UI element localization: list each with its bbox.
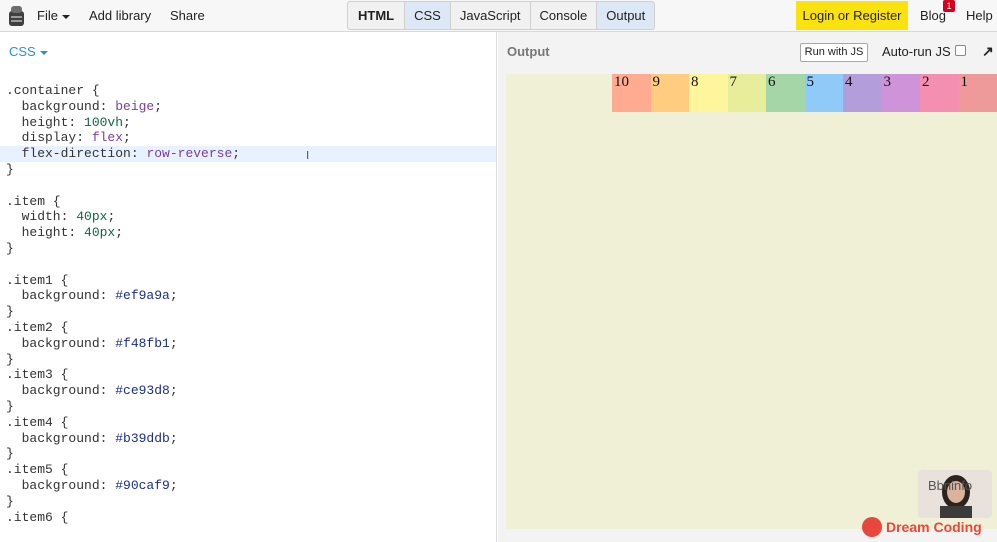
code-line: background: beige;	[6, 98, 163, 114]
code-line: width: 40px;	[6, 209, 116, 225]
code-line: display: flex;	[6, 130, 131, 146]
css-editor-panel: CSS .container { background: beige; heig…	[0, 32, 497, 542]
flex-item: 8	[689, 74, 728, 112]
output-title: Output	[507, 44, 550, 59]
flex-item: 7	[727, 74, 766, 112]
code-line: }	[6, 161, 14, 177]
code-line: .item6 {	[6, 509, 69, 525]
run-with-js-button[interactable]: Run with JS	[800, 43, 868, 62]
avatar-overlay-text: Bbninfo	[928, 478, 973, 493]
code-line: .item1 {	[6, 272, 69, 288]
dream-coding-logo-icon	[862, 517, 882, 537]
help-link[interactable]: Help	[966, 8, 993, 23]
css-language-label: CSS	[9, 44, 36, 59]
file-menu-label: File	[37, 8, 58, 23]
css-language-selector[interactable]: CSS	[9, 44, 48, 59]
expand-arrow-icon[interactable]: ↗	[982, 43, 994, 60]
code-line: .item4 {	[6, 414, 69, 430]
code-line: height: 100vh;	[6, 114, 131, 130]
code-line: height: 40px;	[6, 225, 124, 241]
code-line: background: #ce93d8;	[6, 383, 178, 399]
flex-container: 1 2 3 4 5 6 7 8 9 10	[612, 74, 997, 112]
panel-tabs: HTML CSS JavaScript Console Output	[347, 1, 656, 30]
output-preview: 1 2 3 4 5 6 7 8 9 10	[506, 74, 997, 529]
flex-item: 2	[920, 74, 959, 112]
tab-output[interactable]: Output	[597, 2, 655, 29]
tab-console[interactable]: Console	[531, 2, 598, 29]
jsfiddle-logo-icon[interactable]	[8, 5, 25, 27]
code-line: background: #b39ddb;	[6, 430, 178, 446]
flex-item: 3	[881, 74, 920, 112]
code-line: .item2 {	[6, 319, 69, 335]
code-line: }	[6, 240, 14, 256]
flex-item: 6	[766, 74, 805, 112]
chevron-down-icon	[39, 50, 48, 55]
output-panel: Output Run with JS Auto-run JS ↗ 1234567…	[498, 32, 997, 542]
tab-html[interactable]: HTML	[348, 2, 406, 29]
dream-coding-brand: Dream Coding	[886, 519, 982, 535]
code-line: .container {	[6, 83, 100, 98]
code-line: background: #f48fb1;	[6, 335, 178, 351]
code-line: }	[6, 446, 14, 462]
tab-css[interactable]: CSS	[405, 2, 451, 29]
presenter-avatar: Bbninfo	[918, 470, 992, 518]
code-line: }	[6, 351, 14, 367]
code-line: background: #ef9a9a;	[6, 288, 178, 304]
code-area[interactable]: .container { background: beige; height: …	[0, 83, 496, 525]
code-line: }	[6, 398, 14, 414]
autorun-checkbox[interactable]	[955, 45, 966, 56]
add-library-button[interactable]: Add library	[89, 8, 151, 23]
code-line: }	[6, 304, 14, 320]
file-menu[interactable]: File	[37, 8, 70, 23]
share-button[interactable]: Share	[170, 8, 205, 23]
flex-item: 10	[612, 74, 651, 112]
flex-item: 9	[650, 74, 689, 112]
top-bar: File Add library Share HTML CSS JavaScri…	[0, 0, 997, 32]
flex-item: 1	[958, 74, 997, 112]
chevron-down-icon	[61, 14, 70, 19]
tab-javascript[interactable]: JavaScript	[451, 2, 531, 29]
flex-item: 4	[843, 74, 882, 112]
autorun-label: Auto-run JS	[882, 44, 951, 59]
code-line: }	[6, 493, 14, 509]
code-line: .item {	[6, 193, 61, 209]
blog-notification-badge: 1	[943, 0, 955, 12]
code-line-active: flex-direction: row-reverse; I	[0, 146, 496, 162]
code-line: background: #90caf9;	[6, 477, 178, 493]
login-register-button[interactable]: Login or Register	[796, 1, 908, 30]
flex-item: 5	[804, 74, 843, 112]
code-line: .item5 {	[6, 462, 69, 478]
code-line: .item3 {	[6, 367, 69, 383]
